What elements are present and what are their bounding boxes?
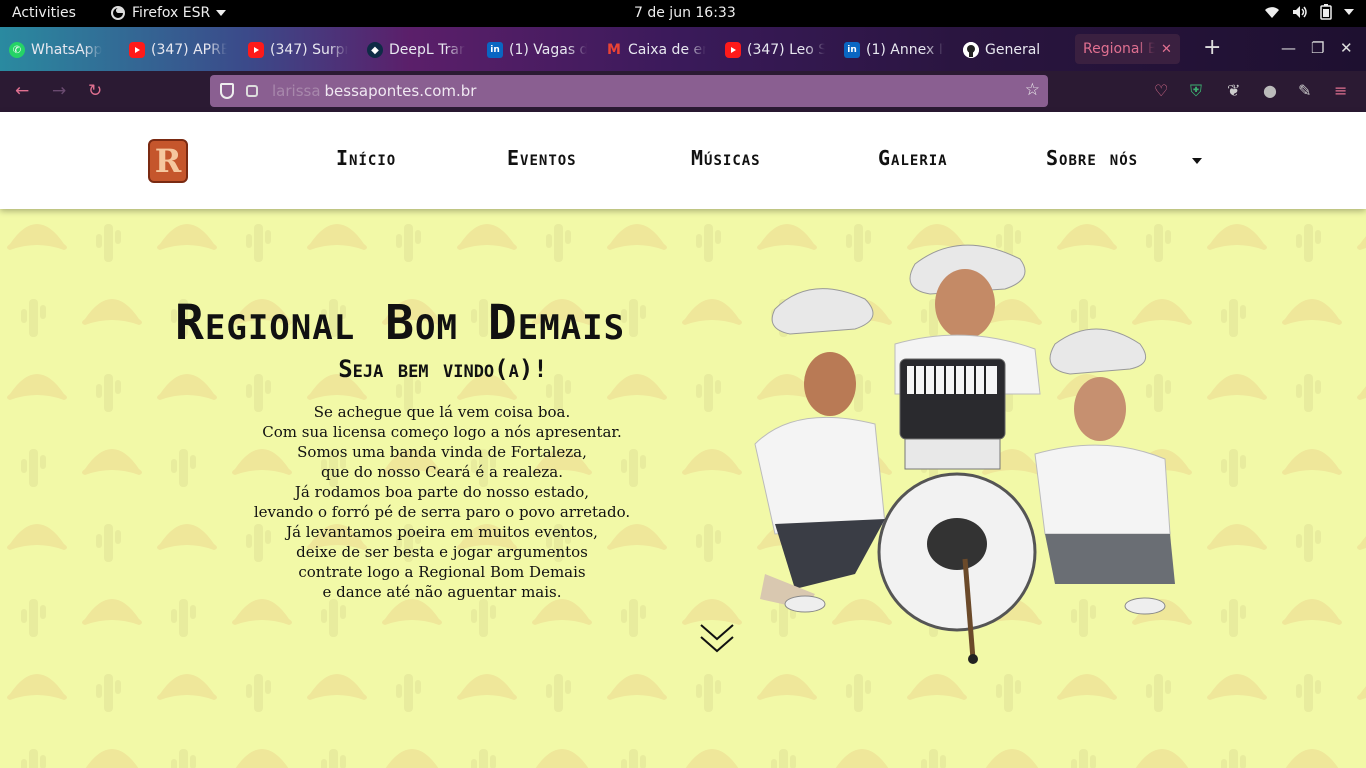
wifi-icon [1265, 7, 1279, 18]
nav-eventos[interactable]: Eventos [507, 146, 577, 170]
lock-icon[interactable] [246, 85, 258, 97]
app-menu-label: Firefox ESR [132, 5, 211, 21]
whatsapp-icon: ✆ [9, 42, 25, 58]
poem-line: levando o forró pé de serra paro o povo … [253, 503, 631, 521]
system-tray[interactable] [1264, 4, 1354, 20]
pocket-icon[interactable]: ♡ [1154, 81, 1168, 100]
site-logo[interactable]: R [148, 139, 188, 183]
nav-musicas[interactable]: Músicas [691, 146, 761, 170]
hero-subtitle: Seja bem vindo(a)! [338, 355, 548, 383]
tab-youtube-2[interactable]: (347) Surpr [248, 37, 348, 63]
poem-line: Somos uma banda vinda de Fortaleza, [297, 443, 587, 461]
poem-line: contrate logo a Regional Bom Demais [298, 563, 586, 581]
poem-line: e dance até não aguentar mais. [322, 583, 562, 601]
nav-sobre-nos[interactable]: Sobre nós [1046, 146, 1138, 170]
gmail-icon: M [607, 42, 621, 58]
extension-icon[interactable]: ❦ [1227, 81, 1240, 100]
tab-youtube-1[interactable]: (347) APRE [129, 37, 227, 63]
nav-galeria[interactable]: Galeria [878, 146, 948, 170]
zabumba-drum [877, 472, 1037, 664]
eyedropper-icon[interactable]: ✎ [1298, 81, 1311, 100]
url-prefix: larissa [272, 82, 321, 100]
hamburger-menu-icon[interactable]: ≡ [1334, 81, 1347, 100]
extension-icon[interactable]: ● [1263, 81, 1277, 100]
tab-label: (1) Annex IT [866, 42, 944, 58]
youtube-icon [248, 42, 264, 58]
tab-label: General [985, 42, 1041, 58]
reload-icon[interactable]: ↻ [88, 81, 102, 101]
tab-label: (1) Vagas de [509, 42, 587, 58]
maximize-icon[interactable]: ❐ [1311, 39, 1324, 57]
tab-label: WhatsApp [31, 42, 103, 58]
clock[interactable]: 7 de jun 16:33 [634, 5, 736, 21]
back-arrow-icon[interactable]: ← [15, 81, 29, 101]
intro-poem: Se achegue que lá vem coisa boa. Com sua… [232, 402, 652, 602]
linkedin-icon: in [844, 42, 860, 58]
bookmark-star-icon[interactable]: ☆ [1025, 80, 1040, 100]
scroll-down-chevron-icon[interactable] [697, 621, 737, 657]
firefox-icon [111, 6, 125, 20]
volume-icon [1293, 6, 1307, 18]
tab-label: (347) APRE [151, 42, 227, 58]
tab-strip: ✆ WhatsApp (347) APRE (347) Surpr ◆ Deep… [0, 27, 1366, 71]
tab-label: Regional Bom [1083, 41, 1155, 57]
app-menu[interactable]: Firefox ESR [110, 5, 227, 21]
poem-line: Já rodamos boa parte do nosso estado, [294, 483, 590, 501]
tab-linkedin-2[interactable]: in (1) Annex IT [844, 37, 944, 63]
minimize-icon[interactable]: — [1281, 39, 1296, 57]
tab-whatsapp[interactable]: ✆ WhatsApp [9, 37, 102, 63]
chevron-down-icon[interactable] [1192, 158, 1202, 164]
close-window-icon[interactable]: ✕ [1340, 39, 1353, 57]
musician-right [1034, 328, 1175, 615]
battery-icon [1320, 4, 1332, 20]
close-icon[interactable]: ✕ [1161, 42, 1172, 57]
tab-label: DeepL Tran [389, 42, 465, 58]
linkedin-icon: in [487, 42, 503, 58]
poem-line: Se achegue que lá vem coisa boa. [313, 403, 571, 421]
site-header: R Início Eventos Músicas Galeria Sobre n… [0, 112, 1366, 209]
chevron-down-icon [1344, 9, 1354, 15]
youtube-icon [129, 42, 145, 58]
poem-line: Com sua licensa começo logo a nós aprese… [262, 423, 622, 441]
deepl-icon: ◆ [367, 42, 383, 58]
ublock-shield-icon[interactable]: ⛨ [1190, 81, 1202, 101]
nav-inicio[interactable]: Início [336, 146, 396, 170]
url-host: bessapontes.com.br [324, 82, 477, 100]
hero-section: Regional Bom Demais Seja bem vindo(a)! S… [0, 209, 1366, 768]
url-bar[interactable]: larissa bessapontes.com.br ☆ [210, 75, 1048, 107]
musician-left [754, 288, 886, 613]
poem-line: que do nosso Ceará é a realeza. [320, 463, 563, 481]
system-top-bar: Activities Firefox ESR 7 de jun 16:33 [0, 0, 1366, 27]
poem-line: Já levantamos poeira em muitos eventos, [286, 523, 598, 541]
tab-label: (347) Leo S [747, 42, 825, 58]
chevron-down-icon [216, 10, 227, 16]
new-tab-button[interactable]: + [1203, 37, 1221, 59]
youtube-icon [725, 42, 741, 58]
poem-line: deixe de ser besta e jogar argumentos [296, 543, 588, 561]
tab-label: (347) Surpr [270, 42, 348, 58]
tracking-protection-icon[interactable] [220, 83, 234, 99]
band-photo [754, 244, 1175, 664]
accordion [899, 358, 1006, 470]
tab-deepl[interactable]: ◆ DeepL Tran [367, 37, 465, 63]
tab-youtube-3[interactable]: (347) Leo S [725, 37, 825, 63]
tab-label: Caixa de ent [628, 42, 706, 58]
activities-button[interactable]: Activities [12, 5, 76, 21]
hero-title: Regional Bom Demais [175, 295, 626, 351]
tab-regional-bom-demais[interactable]: Regional Bom ✕ [1075, 34, 1180, 64]
tab-gmail[interactable]: M Caixa de ent [606, 37, 706, 63]
forward-arrow-icon[interactable]: → [52, 81, 66, 101]
tab-github[interactable]: General [963, 37, 1040, 63]
tab-linkedin-1[interactable]: in (1) Vagas de [487, 37, 587, 63]
navigation-toolbar: ← → ↻ larissa bessapontes.com.br ☆ ♡ ⛨ ❦… [0, 71, 1366, 112]
github-icon [963, 42, 979, 58]
